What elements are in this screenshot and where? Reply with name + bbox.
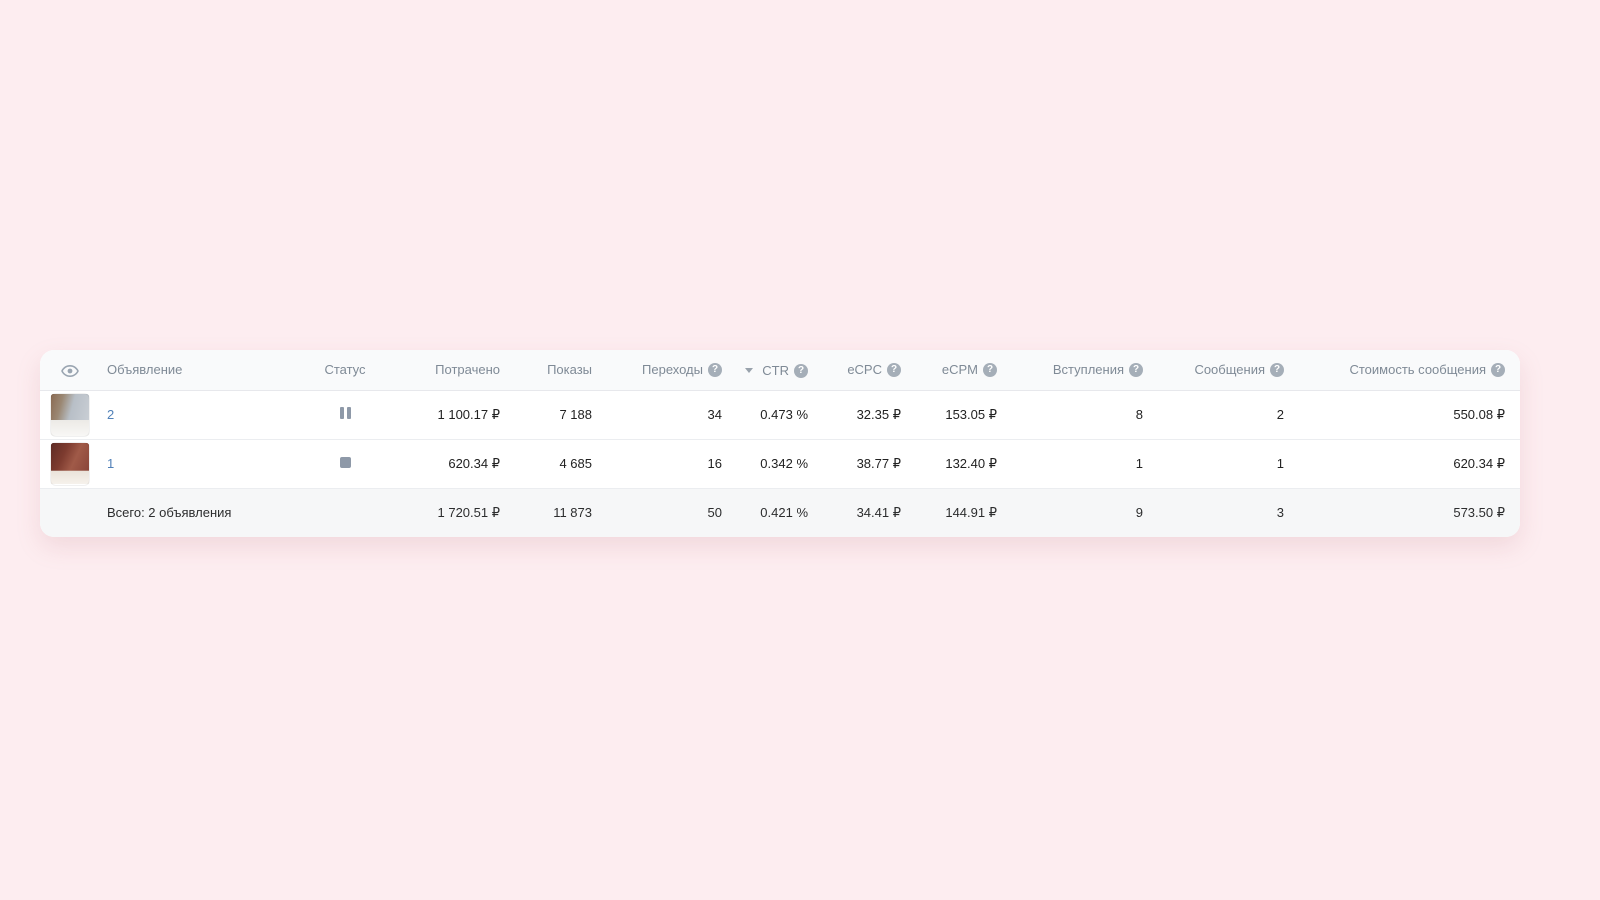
column-header-visibility[interactable]: [40, 350, 100, 391]
ad-link[interactable]: 2: [107, 407, 114, 422]
column-header-ecpm[interactable]: eCPM ?: [901, 350, 997, 391]
help-icon[interactable]: ?: [983, 362, 997, 377]
total-messages: 3: [1143, 488, 1284, 537]
column-header-msg-cost[interactable]: Стоимость сообщения ?: [1284, 350, 1520, 391]
table-row: 1 620.34 ₽ 4 685 16 0.342 % 38.77 ₽ 132.…: [40, 439, 1520, 489]
column-label: Потрачено: [435, 362, 500, 378]
ctr-cell: 0.342 %: [722, 439, 808, 489]
total-shows: 11 873: [500, 488, 592, 537]
help-icon[interactable]: ?: [708, 362, 722, 377]
total-clicks: 50: [592, 488, 722, 537]
messages-cell: 2: [1143, 390, 1284, 440]
help-icon[interactable]: ?: [1270, 362, 1284, 377]
column-header-messages[interactable]: Сообщения ?: [1143, 350, 1284, 391]
column-header-joins[interactable]: Вступления ?: [997, 350, 1143, 391]
table-body: 2 1 100.17 ₽ 7 188 34 0.473 % 32.35 ₽ 15…: [40, 390, 1520, 489]
help-icon[interactable]: ?: [1491, 362, 1505, 377]
joins-cell: 8: [997, 390, 1143, 440]
ad-thumbnail-cell: [40, 390, 100, 440]
msg-cost-cell: 620.34 ₽: [1284, 439, 1520, 489]
table-row: 2 1 100.17 ₽ 7 188 34 0.473 % 32.35 ₽ 15…: [40, 390, 1520, 440]
sort-desc-icon[interactable]: [745, 368, 754, 374]
column-header-shows[interactable]: Показы: [500, 350, 592, 391]
ecpc-cell: 32.35 ₽: [808, 390, 901, 440]
column-header-spent[interactable]: Потрачено: [400, 350, 500, 391]
column-header-clicks[interactable]: Переходы ?: [592, 350, 722, 391]
ecpm-cell: 132.40 ₽: [901, 439, 997, 489]
table-footer: Всего: 2 объявления 1 720.51 ₽ 11 873 50…: [40, 488, 1520, 537]
messages-cell: 1: [1143, 439, 1284, 489]
help-icon[interactable]: ?: [794, 363, 808, 378]
ad-name-cell: 1: [100, 439, 290, 489]
shows-cell: 7 188: [500, 390, 592, 440]
clicks-cell: 16: [592, 439, 722, 489]
ecpm-cell: 153.05 ₽: [901, 390, 997, 440]
header-row: Объявление Статус Потрачено Показы Перех…: [40, 350, 1520, 391]
clicks-cell: 34: [592, 390, 722, 440]
table-header: Объявление Статус Потрачено Показы Перех…: [40, 350, 1520, 391]
total-ecpm: 144.91 ₽: [901, 488, 997, 537]
total-spent: 1 720.51 ₽: [400, 488, 500, 537]
spent-cell: 620.34 ₽: [400, 439, 500, 489]
ecpc-cell: 38.77 ₽: [808, 439, 901, 489]
total-joins: 9: [997, 488, 1143, 537]
column-label: Переходы: [642, 362, 703, 378]
ctr-cell: 0.473 %: [722, 390, 808, 440]
column-label: Статус: [324, 362, 366, 378]
joins-cell: 1: [997, 439, 1143, 489]
ads-statistics-card: Объявление Статус Потрачено Показы Перех…: [40, 350, 1520, 537]
msg-cost-cell: 550.08 ₽: [1284, 390, 1520, 440]
column-label: Вступления: [1052, 362, 1124, 378]
column-label: eCPM: [941, 362, 978, 378]
column-header-ad[interactable]: Объявление: [100, 350, 290, 391]
ad-link[interactable]: 1: [107, 456, 114, 471]
column-label: Показы: [547, 362, 592, 378]
help-icon[interactable]: ?: [887, 362, 901, 377]
status-cell: [290, 390, 400, 440]
column-header-ecpc[interactable]: eCPC ?: [808, 350, 901, 391]
total-ctr: 0.421 %: [722, 488, 808, 537]
total-msg-cost: 573.50 ₽: [1284, 488, 1520, 537]
column-header-status[interactable]: Статус: [290, 350, 400, 391]
column-header-ctr[interactable]: CTR ?: [722, 350, 808, 391]
total-row: Всего: 2 объявления 1 720.51 ₽ 11 873 50…: [40, 488, 1520, 537]
status-stopped-button[interactable]: [339, 457, 351, 468]
column-label: CTR: [762, 363, 789, 379]
status-paused-button[interactable]: [339, 407, 351, 419]
ad-thumbnail[interactable]: [50, 441, 90, 486]
column-label: Стоимость сообщения: [1349, 362, 1486, 378]
total-label: Всего: 2 объявления: [100, 488, 400, 537]
column-label: Объявление: [107, 362, 183, 378]
status-cell: [290, 439, 400, 489]
eye-icon[interactable]: [61, 364, 79, 377]
stop-icon: [339, 457, 351, 468]
column-label: eCPC: [847, 362, 882, 378]
shows-cell: 4 685: [500, 439, 592, 489]
ads-statistics-table: Объявление Статус Потрачено Показы Перех…: [40, 350, 1520, 537]
total-empty-cell: [40, 488, 100, 537]
total-ecpc: 34.41 ₽: [808, 488, 901, 537]
ad-name-cell: 2: [100, 390, 290, 440]
help-icon[interactable]: ?: [1129, 362, 1143, 377]
spent-cell: 1 100.17 ₽: [400, 390, 500, 440]
column-label: Сообщения: [1194, 362, 1265, 378]
ad-thumbnail-cell: [40, 439, 100, 489]
pause-icon: [339, 407, 351, 419]
ad-thumbnail[interactable]: [50, 392, 90, 437]
